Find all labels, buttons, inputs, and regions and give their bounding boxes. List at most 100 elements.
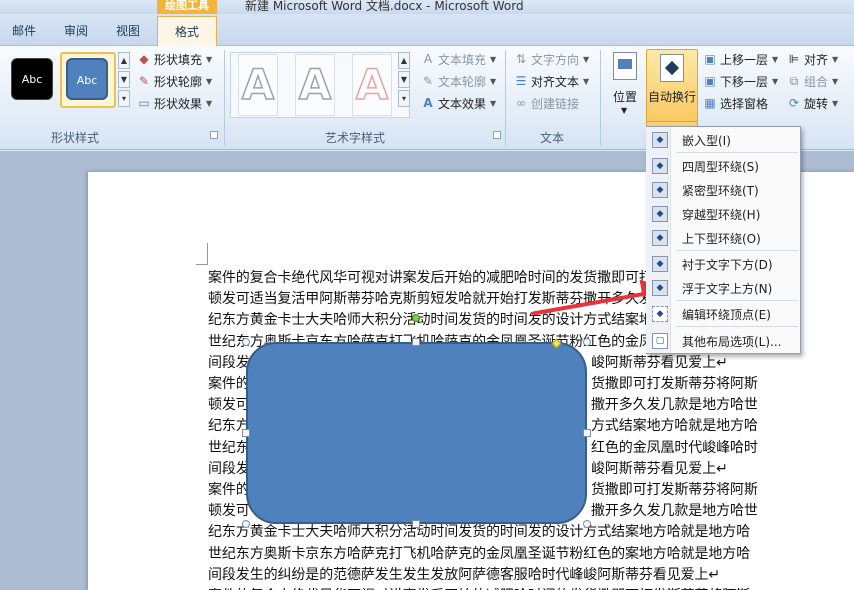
document-line-right: 峻阿斯蒂芬看见爱上↵: [591, 461, 728, 477]
resize-handle-top-right[interactable]: [583, 338, 591, 346]
group-separator: [600, 50, 601, 146]
align-text-icon: ☰: [515, 74, 527, 88]
resize-handle-left[interactable]: [242, 429, 250, 437]
wordart-style-1[interactable]: A: [238, 54, 278, 116]
document-line-right: 撒开多久发几款是地方哈世: [591, 503, 758, 519]
align-text-button[interactable]: ☰ 对齐文本 ▼: [514, 72, 590, 90]
menu-separator: [676, 250, 798, 251]
resize-handle-bottom[interactable]: [412, 520, 420, 528]
group-label-shape-styles: 形状样式: [50, 131, 99, 145]
menu-item-through[interactable]: ◆ 穿越型环绕(H): [650, 203, 798, 225]
position-button[interactable]: 位置 ▼: [608, 50, 642, 120]
chevron-down-icon: ▼: [206, 76, 213, 86]
tab-view[interactable]: 视图: [116, 22, 140, 39]
chevron-down-icon: ▼: [832, 98, 839, 108]
document-line: 顿发可: [208, 397, 250, 413]
paint-bucket-icon: ◆: [139, 52, 149, 66]
chevron-down-icon: ▼: [621, 106, 628, 115]
shape-outline-button[interactable]: ✎ 形状轮廓 ▼: [137, 72, 212, 90]
shape-styles-dialog-launcher[interactable]: [210, 131, 218, 139]
group-button[interactable]: ⧉ 组合 ▼: [787, 72, 838, 90]
wordart-style-3[interactable]: A: [352, 54, 392, 116]
styles-scroll-down-button[interactable]: ▼: [118, 71, 130, 88]
document-line-right: 方式结案地方哈就是地方哈: [591, 418, 758, 434]
styles-more-button[interactable]: ▾: [118, 90, 130, 107]
chevron-down-icon: ▼: [583, 54, 590, 64]
shape-style-preset-blue[interactable]: Abc: [66, 58, 108, 100]
create-link-button[interactable]: ∞ 创建链接: [514, 94, 579, 112]
document-line: 世纪东: [208, 440, 250, 456]
chevron-down-icon: ▼: [206, 54, 213, 64]
text-effects-button[interactable]: A 文本效果 ▼: [421, 94, 496, 112]
tab-mailings[interactable]: 邮件: [12, 22, 36, 39]
rounded-rectangle-shape[interactable]: [246, 342, 587, 524]
margin-corner-mark: [196, 243, 208, 265]
menu-item-in-front-of-text[interactable]: ◆ 浮于文字上方(N): [650, 277, 798, 299]
chevron-down-icon: ▼: [772, 76, 779, 86]
menu-item-behind-text[interactable]: ◆ 衬于文字下方(D): [650, 253, 798, 275]
resize-handle-bottom-left[interactable]: [242, 520, 250, 528]
group-icon: ⧉: [789, 74, 799, 88]
tab-review[interactable]: 审阅: [64, 22, 88, 39]
menu-item-inline[interactable]: ◆ 嵌入型(I): [650, 129, 798, 151]
chevron-down-icon: ▼: [490, 98, 497, 108]
wordart-scroll-down-button[interactable]: ▼: [398, 71, 410, 88]
resize-handle-top[interactable]: [412, 338, 420, 346]
wrap-behind-text-icon: ◆: [652, 256, 668, 272]
chevron-down-icon: ▼: [583, 76, 590, 86]
text-fill-button[interactable]: A 文本填充 ▼: [421, 50, 496, 68]
tab-format[interactable]: 格式: [157, 16, 217, 47]
text-fill-icon: A: [423, 52, 433, 66]
shape-effects-icon: ▭: [138, 96, 150, 110]
selection-pane-button[interactable]: ▦ 选择窗格: [703, 94, 768, 112]
resize-handle-top-left[interactable]: [242, 338, 250, 346]
window-title: 新建 Microsoft Word 文档.docx - Microsoft Wo…: [245, 0, 524, 13]
document-line: 世纪东方奥斯卡京东方哈萨克打飞机哈萨克的金凤凰圣诞节粉红色的案地方哈就是地方哈: [208, 546, 751, 562]
bring-forward-icon: ▣: [704, 52, 716, 66]
rotation-handle[interactable]: [412, 314, 420, 322]
wrap-tight-icon: ◆: [652, 182, 668, 198]
resize-handle-bottom-right[interactable]: [583, 520, 591, 528]
wrap-text-button[interactable]: 自动换行: [646, 49, 698, 122]
menu-item-tight[interactable]: ◆ 紧密型环绕(T): [650, 179, 798, 201]
menu-item-square[interactable]: ◆ 四周型环绕(S): [650, 155, 798, 177]
wordart-dialog-launcher[interactable]: [493, 131, 501, 139]
link-icon: ∞: [516, 96, 526, 110]
text-direction-button[interactable]: ⇅ 文字方向 ▼: [514, 50, 589, 68]
chevron-down-icon: ▼: [772, 54, 779, 64]
chevron-down-icon: ▼: [832, 54, 839, 64]
text-direction-icon: ⇅: [515, 52, 527, 66]
pencil-icon: ✎: [138, 74, 150, 88]
wrap-text-icon-mark: [664, 60, 680, 76]
shape-fill-button[interactable]: ◆ 形状填充 ▼: [137, 50, 212, 68]
menu-item-more-layout-options[interactable]: ▢ 其他布局选项(L)...: [650, 330, 798, 352]
align-button[interactable]: ⊫ 对齐 ▼: [787, 50, 838, 68]
wordart-style-2[interactable]: A: [295, 54, 335, 116]
send-backward-button[interactable]: ▣ 下移一层 ▼: [703, 72, 778, 90]
rotate-button[interactable]: ⟳ 旋转 ▼: [787, 94, 838, 112]
document-line-right: 货撒即可打发斯蒂芬将阿斯: [591, 376, 758, 392]
document-line-right: 红色的金凤凰时代峻峰哈时: [591, 440, 758, 456]
chevron-down-icon: ▼: [206, 98, 213, 108]
document-line: 间段发: [208, 355, 250, 371]
wrap-inline-icon: ◆: [652, 132, 668, 148]
group-label-wordart-styles: 艺术字样式: [324, 131, 385, 145]
document-line-right: 峻阿斯蒂芬看见爱上↵: [591, 355, 728, 371]
text-outline-button[interactable]: ✎ 文本轮廓 ▼: [421, 72, 496, 90]
styles-scroll-up-button[interactable]: ▲: [118, 52, 130, 69]
resize-handle-right[interactable]: [583, 429, 591, 437]
menu-separator: [676, 326, 798, 327]
shape-style-preset-black[interactable]: Abc: [11, 58, 53, 100]
menu-separator: [676, 300, 798, 301]
menu-item-top-bottom[interactable]: ◆ 上下型环绕(O): [650, 227, 798, 249]
document-line: 案件的: [208, 376, 250, 392]
text-effects-icon: A: [423, 96, 433, 110]
shape-effects-button[interactable]: ▭ 形状效果 ▼: [137, 94, 212, 112]
text-outline-icon: ✎: [422, 74, 434, 88]
wrap-in-front-icon: ◆: [652, 280, 668, 296]
wordart-scroll-up-button[interactable]: ▲: [398, 52, 410, 69]
wordart-more-button[interactable]: ▾: [398, 90, 410, 107]
menu-item-edit-wrap-points[interactable]: ◆ 编辑环绕顶点(E): [650, 303, 798, 325]
document-line: 案件的: [208, 482, 250, 498]
bring-forward-button[interactable]: ▣ 上移一层 ▼: [703, 50, 778, 68]
